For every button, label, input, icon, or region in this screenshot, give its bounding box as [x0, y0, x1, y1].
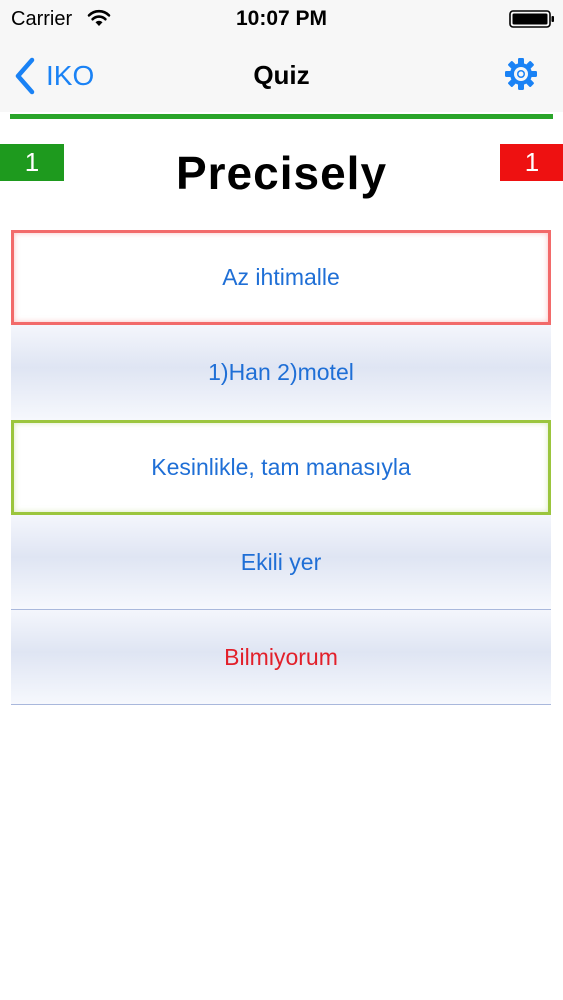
progress-line [10, 114, 553, 119]
answer-option-1[interactable]: Az ihtimalle [11, 230, 551, 325]
answer-list: Az ihtimalle 1)Han 2)motel Kesinlikle, t… [11, 230, 551, 705]
status-bar: Carrier 10:07 PM [0, 0, 563, 40]
page-title: Quiz [253, 60, 310, 90]
quiz-word: Precisely [175, 147, 388, 199]
status-time: 10:07 PM [235, 7, 328, 30]
gear-icon[interactable] [504, 57, 538, 91]
answer-option-4[interactable]: Ekili yer [11, 515, 551, 610]
navigation-bar: IKO Quiz [0, 40, 563, 112]
dont-know-button[interactable]: Bilmiyorum [11, 610, 551, 705]
battery-icon [509, 10, 554, 28]
answer-option-2[interactable]: 1)Han 2)motel [11, 325, 551, 420]
answer-option-3[interactable]: Kesinlikle, tam manasıyla [11, 420, 551, 515]
quiz-screen: Carrier 10:07 PM IKO Quiz 1 1 Precisely … [0, 0, 563, 1000]
